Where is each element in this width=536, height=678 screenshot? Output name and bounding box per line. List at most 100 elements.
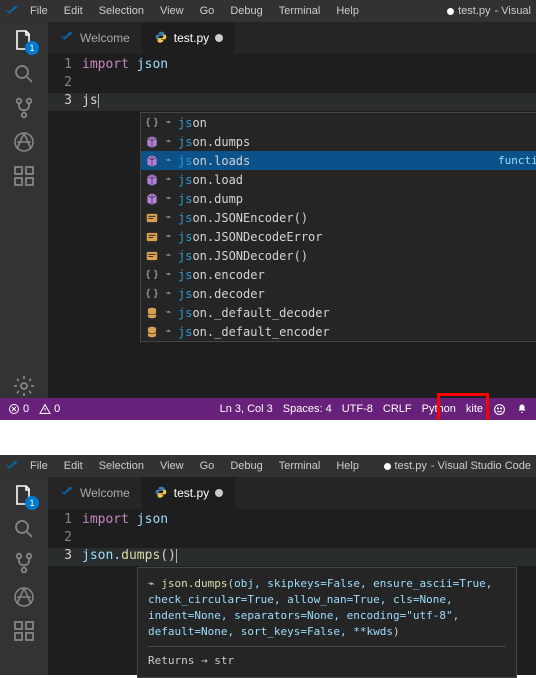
status-errors[interactable]: 0 (8, 403, 29, 415)
window-title: test.py - Visual (447, 5, 531, 17)
menu-help[interactable]: Help (331, 5, 364, 17)
suggest-item[interactable]: ⌁json.dump (141, 189, 536, 208)
kite-glyph-icon: ⌁ (163, 116, 174, 130)
suggest-label: json.decoder (178, 287, 536, 301)
suggest-item[interactable]: ⌁json._default_decoder (141, 303, 536, 322)
line-number: 1 (48, 512, 82, 530)
title-filename: test.py (395, 460, 427, 472)
status-bar: 0 0 Ln 3, Col 3 Spaces: 4 UTF-8 CRLF Pyt… (0, 398, 536, 420)
debug-icon[interactable] (12, 130, 36, 154)
suggest-label: json.JSONDecodeError (178, 230, 536, 244)
source-control-icon[interactable] (12, 96, 36, 120)
db-icon (145, 325, 159, 339)
tab-label: test.py (174, 31, 209, 45)
debug-icon[interactable] (12, 585, 36, 609)
explorer-badge: 1 (25, 41, 39, 55)
title-suffix: - Visual Studio Code (431, 460, 531, 472)
suggest-label: json._default_decoder (178, 306, 536, 320)
divider (148, 646, 506, 647)
status-bell-icon[interactable] (516, 403, 528, 415)
kite-glyph-icon: ⌁ (163, 230, 174, 244)
suggest-item[interactable]: ⌁json.JSONEncoder() (141, 208, 536, 227)
menu-selection[interactable]: Selection (94, 5, 149, 17)
status-kite[interactable]: kite (466, 403, 483, 415)
cube-icon (145, 192, 159, 206)
source-control-icon[interactable] (12, 551, 36, 575)
explorer-icon[interactable]: 1 (12, 28, 36, 52)
code-editor[interactable]: 1 import json 2 3 json.dumps() (48, 509, 536, 569)
braces-icon (145, 116, 159, 130)
menu-view[interactable]: View (155, 5, 189, 17)
tab-welcome[interactable]: Welcome (48, 22, 142, 54)
search-icon[interactable] (12, 62, 36, 86)
status-eol[interactable]: CRLF (383, 403, 412, 415)
explorer-badge: 1 (25, 496, 39, 510)
line-number: 2 (48, 530, 82, 548)
suggest-item[interactable]: ⌁ json (141, 113, 536, 132)
menu-help[interactable]: Help (331, 460, 364, 472)
suggest-label: json (178, 116, 536, 130)
vscode-logo-icon (5, 459, 19, 473)
suggest-item[interactable]: ⌁ json.JSONDecodeError (141, 227, 536, 246)
suggest-item[interactable]: ⌁ json._default_encoder (141, 322, 536, 341)
menu-go[interactable]: Go (195, 5, 220, 17)
title-bar: File Edit Selection View Go Debug Termin… (0, 0, 536, 22)
suggest-item[interactable]: ⌁json.loadsfunction i (141, 151, 536, 170)
tab-bar: Welcome test.py (48, 22, 536, 54)
main-area: 1 (0, 22, 536, 398)
suggest-widget[interactable]: ⌁json⌁json.dumps⌁json.loadsfunction i⌁js… (140, 112, 536, 342)
signature-help-tooltip: ⌁ json.dumps(obj, skipkeys=False, ensure… (137, 567, 517, 678)
extensions-icon[interactable] (12, 619, 36, 643)
kite-glyph-icon: ⌁ (163, 268, 174, 282)
line-number: 2 (48, 75, 82, 93)
kite-glyph-icon: ⌁ (163, 249, 174, 263)
kite-glyph-icon: ⌁ (163, 173, 174, 187)
menu-terminal[interactable]: Terminal (274, 460, 326, 472)
python-file-icon (154, 30, 168, 47)
suggest-item[interactable]: ⌁json.JSONDecoder() (141, 246, 536, 265)
kite-glyph-icon: ⌁ (148, 577, 161, 590)
search-icon[interactable] (12, 517, 36, 541)
menu-view[interactable]: View (155, 460, 189, 472)
extensions-icon[interactable] (12, 164, 36, 188)
menu-edit[interactable]: Edit (59, 5, 88, 17)
status-cursor-pos[interactable]: Ln 3, Col 3 (220, 403, 273, 415)
status-spaces[interactable]: Spaces: 4 (283, 403, 332, 415)
kite-glyph-icon: ⌁ (163, 154, 174, 168)
suggest-label: json._default_encoder (178, 325, 536, 339)
python-file-icon (154, 485, 168, 502)
status-warnings[interactable]: 0 (39, 403, 60, 415)
menu-debug[interactable]: Debug (225, 5, 267, 17)
modified-dot-icon (447, 8, 454, 15)
explorer-icon[interactable]: 1 (12, 483, 36, 507)
title-filename: test.py (458, 5, 490, 17)
braces-icon (145, 268, 159, 282)
menu-terminal[interactable]: Terminal (274, 5, 326, 17)
menu-edit[interactable]: Edit (59, 460, 88, 472)
suggest-item[interactable]: ⌁json.decoder (141, 284, 536, 303)
status-encoding[interactable]: UTF-8 (342, 403, 373, 415)
status-feedback-icon[interactable] (493, 403, 506, 416)
cube-icon (145, 135, 159, 149)
kite-glyph-icon: ⌁ (163, 211, 174, 225)
suggest-item[interactable]: ⌁ json.load (141, 170, 536, 189)
modified-dot-icon (384, 463, 391, 470)
tab-test-py[interactable]: test.py (142, 22, 235, 54)
menu-selection[interactable]: Selection (94, 460, 149, 472)
status-language[interactable]: Python (422, 403, 456, 415)
code-editor[interactable]: 1 import json 2 3 js ⌁json⌁json.dumps⌁js… (48, 54, 536, 114)
tab-welcome[interactable]: Welcome (48, 477, 142, 509)
line-number: 3 (48, 548, 82, 566)
menu-file[interactable]: File (25, 5, 53, 17)
suggest-label: json.load (178, 173, 536, 187)
settings-gear-icon[interactable] (12, 374, 36, 398)
tab-test-py[interactable]: test.py (142, 477, 235, 509)
suggest-item[interactable]: ⌁json.dumps (141, 132, 536, 151)
kite-glyph-icon: ⌁ (163, 325, 174, 339)
suggest-label: json.encoder (178, 268, 536, 282)
menu-go[interactable]: Go (195, 460, 220, 472)
menu-file[interactable]: File (25, 460, 53, 472)
menu-debug[interactable]: Debug (225, 460, 267, 472)
suggest-item[interactable]: ⌁ json.encoder (141, 265, 536, 284)
suggest-hint: function i (498, 154, 536, 167)
